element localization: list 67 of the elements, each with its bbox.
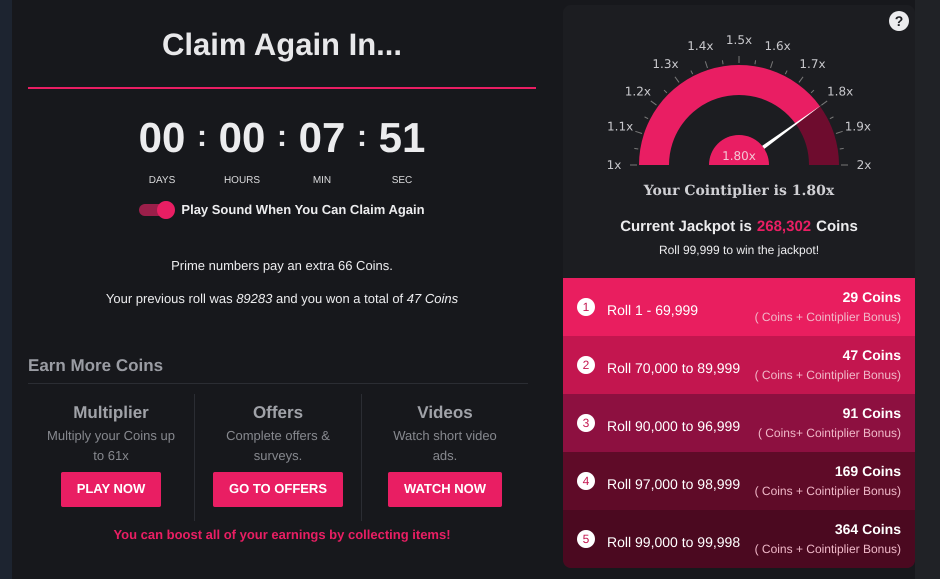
colon-separator: : (276, 119, 288, 155)
option-button[interactable]: GO TO OFFERS (213, 472, 343, 506)
gauge-needle (762, 104, 824, 149)
countdown-title: Claim Again In... (162, 26, 402, 64)
countdown-value: 00 (138, 117, 186, 159)
gauge-label: 1.6x (764, 39, 791, 54)
gauge-label: 1.9x (844, 119, 871, 134)
tier-range: Roll 70,000 to 89,999 (607, 359, 742, 378)
help-button[interactable]: ? (889, 11, 909, 31)
jackpot-label: Current Jackpot is (620, 217, 752, 237)
toggle-switch[interactable] (139, 200, 176, 219)
gauge-label: 1.3x (652, 56, 679, 71)
tier-number: 4 (577, 472, 595, 490)
option-description: Watch short video ads. (392, 426, 498, 464)
prime-note: Prime numbers pay an extra 66 Coins. (171, 256, 393, 275)
gauge-caption: Your Cointiplier is 1.80x (642, 183, 836, 199)
tier-range: Roll 90,000 to 96,999 (607, 417, 742, 436)
gauge-hub (709, 135, 769, 165)
colon-separator: : (196, 119, 208, 155)
option-description: Multiply your Coins up to 61x (46, 426, 176, 464)
boost-note: You can boost all of your earnings by collecting items! (113, 526, 451, 544)
gauge-label: 1.2x (624, 84, 651, 99)
tier-note: ( Coins + Cointiplier Bonus) (754, 541, 901, 558)
tier-number: 5 (577, 530, 595, 548)
countdown-label: SEC (392, 174, 412, 188)
jackpot-unit: Coins (816, 217, 858, 237)
countdown-label: MIN (312, 174, 332, 188)
option-title: Multiplier (73, 402, 149, 424)
section-title: Earn More Coins (28, 354, 164, 376)
gauge-label: 1.5x (726, 33, 752, 47)
tier-reward: 47 Coins (842, 346, 901, 366)
tier-number: 2 (577, 356, 595, 374)
option-button[interactable]: PLAY NOW (60, 472, 162, 506)
option-title: Videos (417, 402, 473, 424)
tier-range: Roll 99,000 to 99,998 (607, 533, 742, 552)
tier-note: ( Coins+ Cointiplier Bonus) (758, 425, 901, 442)
tier-range: Roll 1 - 69,999 (607, 301, 700, 320)
jackpot-hint: Roll 99,999 to win the jackpot! (658, 242, 820, 258)
tier-number: 3 (577, 414, 595, 432)
countdown-label: DAYS (148, 174, 176, 188)
gauge-label: 2x (856, 158, 872, 172)
gauge-label: 1.1x (607, 119, 634, 134)
tier-reward: 169 Coins (834, 462, 901, 482)
countdown-label: HOURS (224, 174, 260, 188)
option-description: Complete offers & surveys. (225, 426, 331, 465)
colon-separator: : (356, 119, 368, 155)
tier-number: 1 (577, 298, 595, 316)
option-title: Offers (252, 402, 304, 424)
countdown-value: 51 (378, 117, 426, 159)
gauge-reading: 1.80x (722, 149, 756, 163)
option-button[interactable]: WATCH NOW (388, 472, 502, 506)
toggle-label: Play Sound When You Can Claim Again (181, 201, 425, 219)
gauge-label: 1.7x (799, 56, 826, 71)
tier-note: ( Coins + Cointiplier Bonus) (754, 309, 901, 326)
tier-note: ( Coins + Cointiplier Bonus) (754, 367, 901, 384)
tier-note: ( Coins + Cointiplier Bonus) (754, 483, 901, 500)
tier-reward: 91 Coins (842, 404, 901, 424)
tier-range: Roll 97,000 to 98,999 (607, 475, 742, 494)
countdown-value: 07 (298, 117, 346, 159)
gauge-label: 1x (606, 158, 622, 172)
jackpot-amount: 268,302 (756, 217, 812, 237)
tier-reward: 29 Coins (842, 288, 901, 308)
countdown-value: 00 (218, 117, 266, 159)
gauge-label: 1.4x (687, 39, 714, 54)
previous-roll-text: Your previous roll was 89283 and you won a total of 47 Coins (106, 290, 458, 308)
gauge-label: 1.8x (827, 84, 854, 99)
tier-reward: 364 Coins (834, 520, 901, 540)
